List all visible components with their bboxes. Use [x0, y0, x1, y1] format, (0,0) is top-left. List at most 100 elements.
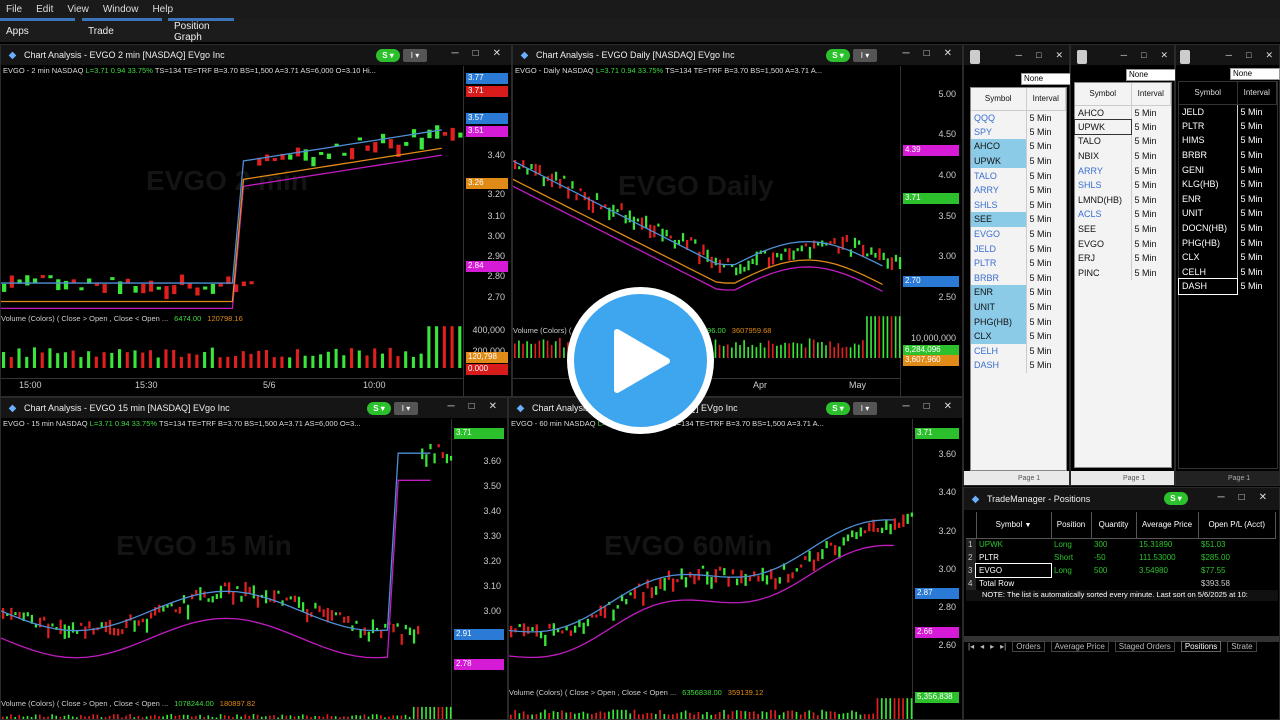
page-label[interactable]: Page 1 — [1123, 475, 1145, 482]
watchlist-interval[interactable]: 5 Min — [1026, 183, 1066, 198]
watchlist-interval[interactable]: 5 Min — [1237, 192, 1277, 207]
watchlist-row[interactable]: BRBR 5 Min — [971, 270, 1066, 286]
col-symbol[interactable]: Symbol — [971, 88, 1027, 111]
tab-position-graph[interactable]: Position Graph — [168, 18, 234, 43]
watchlist-3-combo[interactable]: None — [1230, 68, 1280, 80]
menu-view[interactable]: View — [67, 4, 89, 15]
watchlist-interval[interactable]: 5 Min — [1026, 110, 1066, 125]
nav-last-icon[interactable]: ▸| — [1000, 642, 1006, 651]
watchlist-symbol[interactable]: AHCO — [971, 139, 1027, 154]
position-row[interactable]: 2 PLTR Short -50 111.53000 $285.00 — [966, 551, 1276, 564]
watchlist-interval[interactable]: 5 Min — [1026, 227, 1066, 242]
page-label[interactable]: Page 1 — [1228, 475, 1250, 482]
s-button[interactable]: S ▾ — [1164, 492, 1188, 505]
watchlist-symbol[interactable]: NBIX — [1075, 148, 1132, 164]
watchlist-symbol[interactable]: CLX — [1179, 249, 1238, 265]
close-icon[interactable]: ✕ — [1265, 50, 1273, 61]
watchlist-symbol[interactable]: PHG(HB) — [1179, 235, 1238, 250]
watchlist-symbol[interactable]: ARRY — [971, 182, 1027, 198]
watchlist-interval[interactable]: 5 Min — [1237, 250, 1277, 265]
maximize-icon[interactable]: □ — [473, 48, 479, 59]
watchlist-row[interactable]: KLG(HB) 5 Min — [1179, 176, 1277, 192]
watchlist-1-pager[interactable]: Page 1 — [964, 471, 1069, 485]
watchlist-interval[interactable]: 5 Min — [1237, 162, 1277, 177]
watchlist-interval[interactable]: 5 Min — [1131, 236, 1171, 251]
tab-average-price[interactable]: Average Price — [1050, 640, 1109, 652]
watchlist-row[interactable]: SHLS 5 Min — [1075, 177, 1171, 193]
watchlist-symbol[interactable]: BRBR — [971, 270, 1027, 286]
nav-first-icon[interactable]: |◂ — [968, 642, 974, 651]
maximize-icon[interactable]: □ — [469, 401, 475, 412]
watchlist-symbol[interactable]: ACLS — [1075, 207, 1132, 222]
page-label[interactable]: Page 1 — [1018, 475, 1040, 482]
position-symbol[interactable]: UPWK — [976, 538, 1051, 551]
watchlist-interval[interactable]: 5 Min — [1131, 251, 1171, 266]
watchlist-interval[interactable]: 5 Min — [1026, 358, 1066, 373]
watchlist-symbol[interactable]: JELD — [1179, 104, 1238, 119]
watchlist-row[interactable]: ENR 5 Min — [1179, 191, 1277, 207]
close-icon[interactable]: ✕ — [944, 48, 952, 59]
play-button[interactable] — [567, 287, 714, 434]
watchlist-symbol[interactable]: TALO — [1075, 134, 1132, 149]
watchlist-interval[interactable]: 5 Min — [1026, 256, 1066, 271]
watchlist-interval[interactable]: 5 Min — [1026, 314, 1066, 329]
watchlist-row[interactable]: NBIX 5 Min — [1075, 148, 1171, 164]
watchlist-interval[interactable]: 5 Min — [1237, 148, 1277, 163]
watchlist-interval[interactable]: 5 Min — [1131, 134, 1171, 149]
watchlist-row[interactable]: ARRY 5 Min — [1075, 163, 1171, 178]
menu-edit[interactable]: Edit — [36, 4, 53, 15]
watchlist-row[interactable]: LMND(HB) 5 Min — [1075, 192, 1171, 208]
watchlist-interval[interactable]: 5 Min — [1237, 133, 1277, 148]
window-menu-icon[interactable] — [970, 50, 980, 64]
watchlist-interval[interactable]: 5 Min — [1026, 154, 1066, 169]
col-position[interactable]: Position — [1051, 512, 1092, 539]
close-icon[interactable]: ✕ — [1259, 492, 1267, 503]
watchlist-symbol[interactable]: CLX — [971, 328, 1027, 344]
watchlist-symbol[interactable]: PINC — [1075, 265, 1132, 281]
watchlist-interval[interactable]: 5 Min — [1026, 139, 1066, 154]
watchlist-row[interactable]: TALO 5 Min — [1075, 134, 1171, 149]
watchlist-interval[interactable]: 5 Min — [1026, 198, 1066, 213]
minimize-icon[interactable]: ─ — [1226, 50, 1232, 60]
watchlist-3-pager[interactable]: Page 1 — [1176, 471, 1279, 485]
watchlist-symbol[interactable]: SEE — [1075, 221, 1132, 237]
watchlist-symbol[interactable]: LMND(HB) — [1075, 192, 1132, 208]
maximize-icon[interactable]: □ — [924, 401, 930, 412]
tab-positions[interactable]: Positions — [1180, 640, 1222, 652]
s-button[interactable]: S ▾ — [826, 49, 850, 62]
col-symbol[interactable]: Symbol — [1179, 82, 1238, 105]
close-icon[interactable]: ✕ — [1160, 50, 1168, 61]
watchlist-symbol[interactable]: ENR — [1179, 191, 1238, 207]
close-icon[interactable]: ✕ — [1055, 50, 1063, 61]
watchlist-row[interactable]: EVGO 5 Min — [1075, 236, 1171, 251]
watchlist-interval[interactable]: 5 Min — [1026, 212, 1066, 227]
tab-trade[interactable]: Trade — [82, 18, 162, 42]
watchlist-symbol[interactable]: UNIT — [1179, 206, 1238, 221]
position-symbol[interactable]: Total Row — [976, 577, 1051, 590]
watchlist-row[interactable]: UPWK 5 Min — [1074, 118, 1171, 136]
position-symbol[interactable]: EVGO — [975, 563, 1052, 578]
watchlist-interval[interactable]: 5 Min — [1026, 271, 1066, 286]
watchlist-row[interactable]: DASH 5 Min — [1178, 278, 1277, 295]
indicator-button[interactable]: I ▾ — [853, 49, 877, 62]
watchlist-row[interactable]: DOCN(HB) 5 Min — [1179, 220, 1277, 236]
maximize-icon[interactable]: □ — [1141, 50, 1146, 60]
watchlist-symbol[interactable]: UNIT — [971, 299, 1027, 315]
watchlist-row[interactable]: HIMS 5 Min — [1179, 133, 1277, 148]
watchlist-2-pager[interactable]: Page 1 — [1071, 471, 1174, 485]
minimize-icon[interactable]: ─ — [902, 401, 909, 412]
watchlist-symbol[interactable]: SHLS — [971, 197, 1027, 213]
watchlist-row[interactable]: SEE 5 Min — [1075, 221, 1171, 237]
watchlist-symbol[interactable]: UPWK — [971, 153, 1027, 169]
watchlist-row[interactable]: SEE 5 Min — [971, 212, 1066, 227]
col-interval[interactable]: Interval — [1131, 83, 1171, 106]
col-average-price[interactable]: Average Price — [1136, 512, 1199, 539]
watchlist-row[interactable]: UNIT 5 Min — [971, 299, 1066, 315]
watchlist-row[interactable]: ERJ 5 Min — [1075, 250, 1171, 266]
watchlist-interval[interactable]: 5 Min — [1131, 193, 1171, 208]
tab-orders[interactable]: Orders — [1012, 640, 1045, 652]
position-row[interactable]: 1 UPWK Long 300 15.31890 $51.03 — [966, 538, 1276, 551]
watchlist-row[interactable]: AHCO 5 Min — [1075, 105, 1171, 120]
close-icon[interactable]: ✕ — [944, 401, 952, 412]
maximize-icon[interactable]: □ — [1239, 492, 1245, 503]
